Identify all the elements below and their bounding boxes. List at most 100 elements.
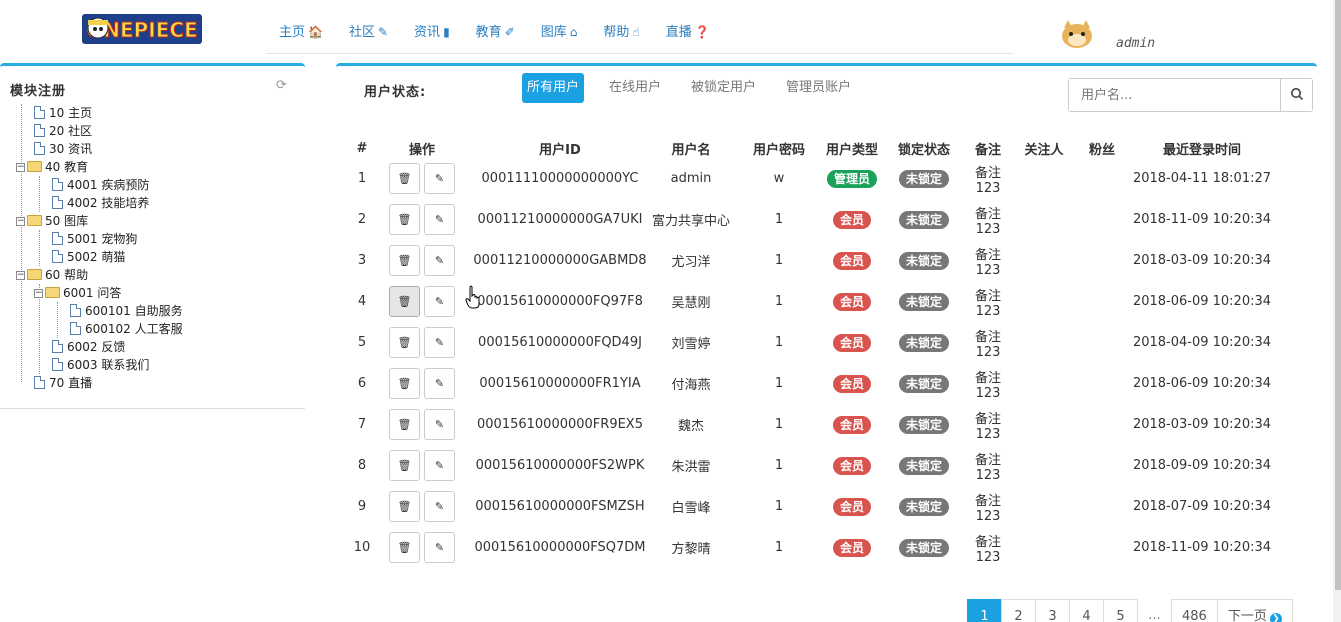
collapse-toggle-icon[interactable]: −	[16, 163, 25, 172]
pencil-icon: ✎	[434, 377, 445, 390]
last-login-time: 2018-04-09 10:20:34	[1132, 335, 1272, 350]
bank-icon: ⌂	[569, 25, 578, 39]
search-button[interactable]	[1280, 79, 1312, 111]
lock-status-cell: 未锁定	[878, 240, 970, 281]
page-3[interactable]: 3	[1035, 599, 1070, 622]
trash-icon: 🗑	[397, 254, 412, 267]
folder-icon	[27, 161, 42, 172]
edit-button[interactable]: ✎	[424, 286, 455, 317]
user-name: admin	[670, 171, 712, 186]
row-number: 10	[353, 540, 371, 555]
user-avatar[interactable]	[1058, 18, 1096, 50]
tree-node[interactable]: 4002 技能培养	[16, 194, 183, 212]
delete-button[interactable]: 🗑	[389, 409, 420, 440]
search-input[interactable]	[1069, 79, 1281, 111]
tree-node[interactable]: 20 社区	[16, 122, 183, 140]
page-2[interactable]: 2	[1001, 599, 1036, 622]
map-icon: ▮	[443, 25, 450, 39]
document-icon	[52, 250, 63, 263]
tree-node[interactable]: −50 图库	[16, 212, 183, 230]
nav-item-news[interactable]: 资讯 ▮	[401, 0, 463, 54]
delete-button[interactable]: 🗑	[389, 204, 420, 235]
tree-node[interactable]: 600101 自助服务	[16, 302, 183, 320]
tree-node[interactable]: 4001 疾病预防	[16, 176, 183, 194]
nav-item-community[interactable]: 社区 ✎	[336, 0, 401, 54]
edit-button[interactable]: ✎	[424, 327, 455, 358]
nav-item-help[interactable]: 帮助 ☝	[590, 0, 652, 54]
edit-button[interactable]: ✎	[424, 368, 455, 399]
tree-node[interactable]: 30 资讯	[16, 140, 183, 158]
row-actions: 🗑 ✎	[374, 527, 470, 568]
filter-all-users[interactable]: 所有用户	[522, 73, 585, 103]
note: 备注123	[974, 411, 1001, 442]
page-4[interactable]: 4	[1069, 599, 1104, 622]
tree-node[interactable]: −6001 问答	[16, 284, 183, 302]
user-type-cell: 会员	[826, 322, 878, 363]
document-icon	[70, 322, 81, 335]
lock-status-badge: 未锁定	[898, 333, 949, 352]
username[interactable]: admin	[1116, 36, 1155, 51]
user-id: 00015610000000FR1YIA	[479, 376, 641, 391]
row-number: 8	[357, 458, 367, 473]
nav-item-live[interactable]: 直播 ❓	[653, 0, 723, 54]
delete-button[interactable]: 🗑	[389, 286, 420, 317]
page-scrollbar-thumb[interactable]	[1335, 0, 1341, 590]
site-logo[interactable]: ONEPIECE	[80, 6, 204, 50]
lock-status-badge: 未锁定	[898, 497, 949, 516]
trash-icon: 🗑	[397, 377, 412, 390]
delete-button[interactable]: 🗑	[389, 368, 420, 399]
tree-node[interactable]: 600102 人工客服	[16, 320, 183, 338]
collapse-toggle-icon[interactable]: −	[16, 271, 25, 280]
edit-button[interactable]: ✎	[424, 532, 455, 563]
page-ellipsis: ...	[1148, 608, 1161, 622]
edit-button[interactable]: ✎	[424, 409, 455, 440]
delete-button[interactable]: 🗑	[389, 327, 420, 358]
user-type-badge: 管理员	[826, 169, 877, 188]
document-icon	[52, 178, 63, 191]
fans	[1082, 527, 1122, 568]
folder-icon	[27, 269, 42, 280]
page-last[interactable]: 486	[1171, 599, 1218, 622]
nav-item-gallery[interactable]: 图库 ⌂	[528, 0, 591, 54]
filter-online-users[interactable]: 在线用户	[604, 73, 666, 103]
edit-button[interactable]: ✎	[424, 245, 455, 276]
tree-node[interactable]: 6002 反馈	[16, 338, 183, 356]
tree-node[interactable]: −60 帮助	[16, 266, 183, 284]
delete-button[interactable]: 🗑	[389, 532, 420, 563]
filter-admin-accounts[interactable]: 管理员账户	[781, 73, 856, 103]
page-5[interactable]: 5	[1103, 599, 1138, 622]
table-row: 9 🗑 ✎ 00015610000000FSMZSH 白雪峰 1 会员 未锁定 备注123 201…	[350, 486, 1282, 527]
last-login-time: 2018-11-09 10:20:34	[1132, 540, 1272, 555]
tree-node[interactable]: 5001 宠物狗	[16, 230, 183, 248]
next-page-button[interactable]: 下一页 ❯	[1216, 599, 1293, 622]
nav-item-education[interactable]: 教育 ✐	[463, 0, 528, 54]
lock-status-cell: 未锁定	[878, 404, 970, 445]
filter-locked-users[interactable]: 被锁定用户	[686, 73, 761, 103]
tree-node[interactable]: 70 直播	[16, 374, 183, 392]
tree-node[interactable]: 5002 萌猫	[16, 248, 183, 266]
delete-button[interactable]: 🗑	[389, 450, 420, 481]
edit-button[interactable]: ✎	[424, 163, 455, 194]
edit-button[interactable]: ✎	[424, 450, 455, 481]
delete-button[interactable]: 🗑	[389, 245, 420, 276]
nav-item-home[interactable]: 主页 🏠	[266, 0, 336, 54]
tree-node[interactable]: −40 教育	[16, 158, 183, 176]
row-actions: 🗑 ✎	[374, 445, 470, 486]
refresh-icon[interactable]: ⟳	[276, 78, 287, 93]
fans	[1082, 199, 1122, 240]
delete-button[interactable]: 🗑	[389, 163, 420, 194]
collapse-toggle-icon[interactable]: −	[16, 217, 25, 226]
followers	[1006, 404, 1082, 445]
collapse-toggle-icon[interactable]: −	[34, 289, 43, 298]
panel-title: 模块注册	[10, 84, 67, 99]
delete-button[interactable]: 🗑	[389, 491, 420, 522]
trash-icon: 🗑	[397, 336, 412, 349]
edit-button[interactable]: ✎	[424, 491, 455, 522]
page-1[interactable]: 1	[967, 599, 1002, 622]
user-type-cell: 会员	[826, 363, 878, 404]
tree-node[interactable]: 10 主页	[16, 104, 183, 122]
edit-button[interactable]: ✎	[424, 204, 455, 235]
wrench-icon: ✐	[504, 25, 515, 39]
module-tree: 10 主页 20 社区 30 资讯 −40 教育 4001 疾病预防 4002 …	[16, 104, 183, 392]
tree-node[interactable]: 6003 联系我们	[16, 356, 183, 374]
